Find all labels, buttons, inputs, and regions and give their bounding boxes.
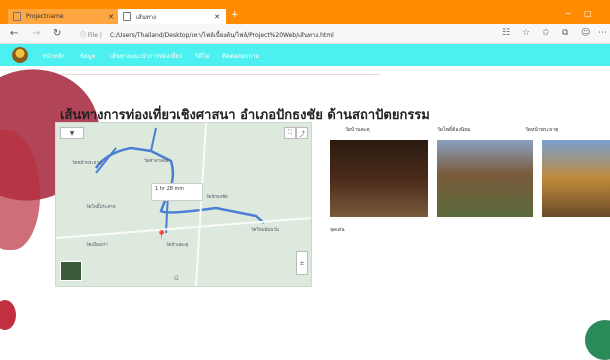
map-label: วัดปักธงชัย xyxy=(206,195,228,200)
maximize-icon[interactable]: □ xyxy=(584,9,592,18)
back-icon[interactable]: ← xyxy=(10,28,18,39)
map-label: วัดเมืองเก่า xyxy=(86,243,108,248)
route-duration: 1 hr 28 min xyxy=(155,186,184,192)
favorites-bar-icon[interactable]: ✩ xyxy=(542,28,550,38)
more-icon[interactable]: ⋯ xyxy=(598,28,607,38)
new-tab-icon[interactable]: + xyxy=(231,10,239,20)
map-label: วัดโพธิ์ประสาท xyxy=(86,205,116,210)
tab-route[interactable]: เส้นทาง ✕ xyxy=(118,9,226,24)
highlight-caption: จุดเด่น xyxy=(330,227,345,233)
reader-icon[interactable]: ☷ xyxy=(502,28,510,38)
page-icon xyxy=(13,12,21,21)
map-label: วัดหน้าพระธาตุ xyxy=(72,161,103,166)
tab-label: เส้นทาง xyxy=(136,13,157,21)
map-label: วัดบ้านตะคุ xyxy=(166,243,189,248)
minimize-icon[interactable]: ─ xyxy=(566,9,571,18)
site-logo[interactable] xyxy=(12,47,28,63)
nav-contact[interactable]: ติดต่อสอบถาม xyxy=(222,51,259,61)
satellite-thumbnail[interactable] xyxy=(60,261,82,281)
close-icon[interactable]: ✕ xyxy=(108,13,114,21)
forward-icon[interactable]: → xyxy=(32,28,40,39)
map-label: วัดใหม่อัมพวัน xyxy=(251,228,279,233)
photo-title: วัดหน้าพระธาตุ xyxy=(525,127,559,133)
photo-title: วัดโพธิ์ต้องนิยม xyxy=(437,127,471,133)
decorative-splash xyxy=(585,320,610,360)
map-label: วัดศาลาลอย xyxy=(144,159,169,164)
site-navbar: หน้าหลัก ข้อมูล เส้นทางแนะนำการท่องเที่ย… xyxy=(0,44,610,66)
temple-photo xyxy=(542,140,610,217)
route-info-box: 1 hr 28 min xyxy=(151,183,203,201)
profile-icon[interactable]: ☺ xyxy=(581,28,590,38)
url-scheme: File xyxy=(87,32,98,39)
address-bar: ← → ↻ ⓘ File | C:/Users/Thailand/Desktop… xyxy=(0,24,610,44)
temple-photo xyxy=(330,140,428,217)
map-pin-icon[interactable]: 📍 xyxy=(156,231,167,241)
page-icon xyxy=(123,12,131,21)
google-logo-icon: G xyxy=(174,275,179,282)
decorative-line xyxy=(60,74,380,75)
share-icon[interactable]: ⤴ xyxy=(296,127,308,139)
nav-video[interactable]: วิดีโอ xyxy=(195,51,209,61)
browser-tab-bar: Projectname ✕ เส้นทาง ✕ + ─ □ xyxy=(0,0,610,24)
temple-photo xyxy=(437,140,533,217)
photo-title: วัดบ้านตะคุ xyxy=(345,127,370,133)
collections-icon[interactable]: ⧉ xyxy=(562,28,568,38)
zoom-control[interactable]: ± xyxy=(296,251,308,275)
close-icon[interactable]: ✕ xyxy=(214,13,220,21)
nav-home[interactable]: หน้าหลัก xyxy=(42,51,65,61)
refresh-icon[interactable]: ↻ xyxy=(53,28,61,39)
tab-projectname[interactable]: Projectname ✕ xyxy=(8,9,120,24)
nav-routes[interactable]: เส้นทางแนะนำการท่องเที่ยว xyxy=(110,51,182,61)
favorite-icon[interactable]: ☆ xyxy=(522,28,530,38)
fullscreen-icon[interactable]: ⛶ xyxy=(284,127,296,139)
url-text: C:/Users/Thailand/Desktop/เทา/ไฟล์เบื้อง… xyxy=(109,32,334,39)
route-map[interactable]: ▼ ⛶ ⤴ 1 hr 28 min วัดหน้าพระธาตุ วัดศาลา… xyxy=(55,122,312,287)
tab-label: Projectname xyxy=(26,13,64,20)
decorative-splash xyxy=(0,300,16,330)
nav-info[interactable]: ข้อมูล xyxy=(80,51,95,61)
url-field[interactable]: ⓘ File | C:/Users/Thailand/Desktop/เทา/ไ… xyxy=(80,30,334,40)
map-type-dropdown[interactable]: ▼ xyxy=(60,127,84,139)
